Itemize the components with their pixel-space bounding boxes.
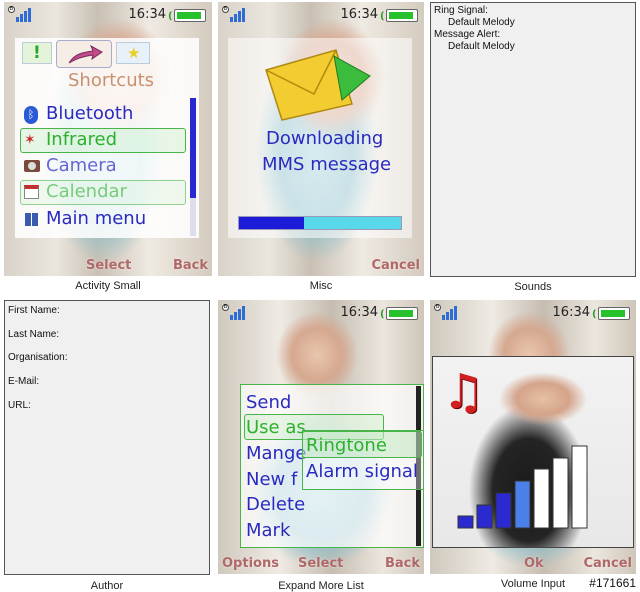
volume-bar[interactable] — [533, 468, 550, 529]
softkey-back[interactable]: Back — [385, 556, 420, 571]
menu-item-send[interactable]: Send — [246, 392, 291, 413]
calendar-icon — [24, 185, 39, 199]
softkey-bar: Cancel — [218, 254, 424, 276]
message-alert-value[interactable]: Default Melody — [448, 41, 515, 53]
volume-bar[interactable] — [514, 480, 531, 529]
menu-item-label: Bluetooth — [46, 103, 134, 124]
signal-icon: B — [8, 6, 31, 22]
status-bar: B 16:34 ( — [218, 2, 424, 28]
signal-icon: B — [222, 304, 245, 320]
phone-screen-volume-input: B 16:34 ( ♫ Ok Cancel — [430, 300, 636, 574]
softkey-ok[interactable]: Ok — [524, 556, 544, 571]
grid-icon — [25, 213, 38, 226]
first-name-field[interactable]: First Name: — [8, 305, 60, 317]
envelope-icon — [265, 49, 371, 121]
phone-screen-misc: B 16:34 ( Downloading MMS message Cancel — [218, 2, 424, 276]
menu-title: Shortcuts — [68, 70, 155, 91]
battery-icon: ( — [380, 9, 418, 22]
arrow-icon — [68, 44, 103, 64]
camera-icon — [24, 160, 40, 172]
tab-shortcuts[interactable] — [56, 40, 112, 68]
url-field[interactable]: URL: — [8, 400, 31, 412]
menu-item-label: Main menu — [46, 208, 147, 229]
menu-item-label: Camera — [46, 155, 117, 176]
menu-item-label: Calendar — [46, 181, 127, 202]
message-alert-label: Message Alert: — [434, 29, 501, 40]
scrollbar[interactable] — [190, 98, 196, 236]
watermark: #171661 — [589, 576, 636, 590]
menu-item-label: Infrared — [46, 129, 117, 150]
softkey-cancel[interactable]: Cancel — [371, 258, 420, 273]
status-bar: B 16:34 ( — [218, 300, 424, 326]
battery-icon: ( — [592, 307, 630, 320]
clock: 16:34 — [128, 7, 166, 22]
battery-icon: ( — [380, 307, 418, 320]
email-field[interactable]: E-Mail: — [8, 376, 39, 388]
volume-bar[interactable] — [476, 504, 493, 529]
sounds-panel: Ring Signal: Default Melody Message Aler… — [430, 2, 636, 277]
battery-icon: ( — [168, 9, 206, 22]
tab-favourites[interactable]: ★ — [116, 42, 150, 64]
clock: 16:34 — [552, 305, 590, 320]
menu-item-mark[interactable]: Mark — [246, 520, 290, 541]
menu-item-new-folder[interactable]: New f — [246, 469, 297, 490]
volume-bars[interactable] — [456, 440, 606, 530]
softkey-bar: Ok Cancel — [430, 552, 636, 574]
volume-bar[interactable] — [571, 445, 588, 529]
status-bar: B 16:34 ( — [4, 2, 212, 28]
progress-fill — [239, 217, 304, 229]
softkey-back[interactable]: Back — [173, 258, 208, 273]
exclamation-icon: ! — [33, 43, 41, 63]
submenu-item-ringtone[interactable]: Ringtone — [306, 435, 387, 456]
softkey-cancel[interactable]: Cancel — [583, 556, 632, 571]
menu-item-manage[interactable]: Mange — [246, 443, 306, 464]
ring-signal-value[interactable]: Default Melody — [448, 17, 515, 29]
download-text-line1: Downloading — [266, 128, 384, 149]
phone-screen-activity-small: B 16:34 ( ! ★ Shortcuts ᛒ Bluetooth ✶ In… — [4, 2, 212, 276]
tab-alerts[interactable]: ! — [22, 42, 52, 64]
softkey-bar: Select Back — [4, 254, 212, 276]
clock: 16:34 — [340, 305, 378, 320]
infrared-icon: ✶ — [24, 132, 36, 148]
organisation-field[interactable]: Organisation: — [8, 352, 67, 364]
softkey-select[interactable]: Select — [298, 556, 343, 571]
softkey-select[interactable]: Select — [86, 258, 131, 273]
download-progress-bar — [238, 216, 402, 230]
bluetooth-icon: ᛒ — [24, 106, 38, 124]
phone-screen-expand-more-list: B 16:34 ( Send Use as Mange New f Delete… — [218, 300, 424, 574]
last-name-field[interactable]: Last Name: — [8, 329, 59, 341]
signal-icon: B — [434, 304, 457, 320]
signal-icon: B — [222, 6, 245, 22]
ring-signal-label: Ring Signal: — [434, 5, 488, 16]
volume-bar[interactable] — [552, 457, 569, 529]
star-icon: ★ — [127, 44, 141, 62]
clock: 16:34 — [340, 7, 378, 22]
author-panel: First Name: Last Name: Organisation: E-M… — [4, 300, 210, 575]
caption-activity-small: Activity Small — [75, 280, 141, 292]
caption-sounds: Sounds — [514, 281, 552, 293]
submenu-item-alarm-signal[interactable]: Alarm signal — [306, 461, 418, 482]
menu-item-use-as[interactable]: Use as — [246, 417, 306, 438]
download-text-line2: MMS message — [262, 154, 392, 175]
softkey-options[interactable]: Options — [222, 556, 279, 571]
status-bar: B 16:34 ( — [430, 300, 636, 326]
caption-author: Author — [90, 580, 124, 592]
caption-expand-more-list: Expand More List — [278, 580, 364, 592]
music-note-icon: ♫ — [442, 364, 486, 420]
caption-misc: Misc — [309, 280, 333, 292]
volume-bar[interactable] — [495, 492, 512, 529]
volume-bar[interactable] — [457, 515, 474, 529]
scrollbar-thumb[interactable] — [190, 98, 196, 198]
menu-item-delete[interactable]: Delete — [246, 494, 305, 515]
softkey-bar: Options Select Back — [218, 552, 424, 574]
